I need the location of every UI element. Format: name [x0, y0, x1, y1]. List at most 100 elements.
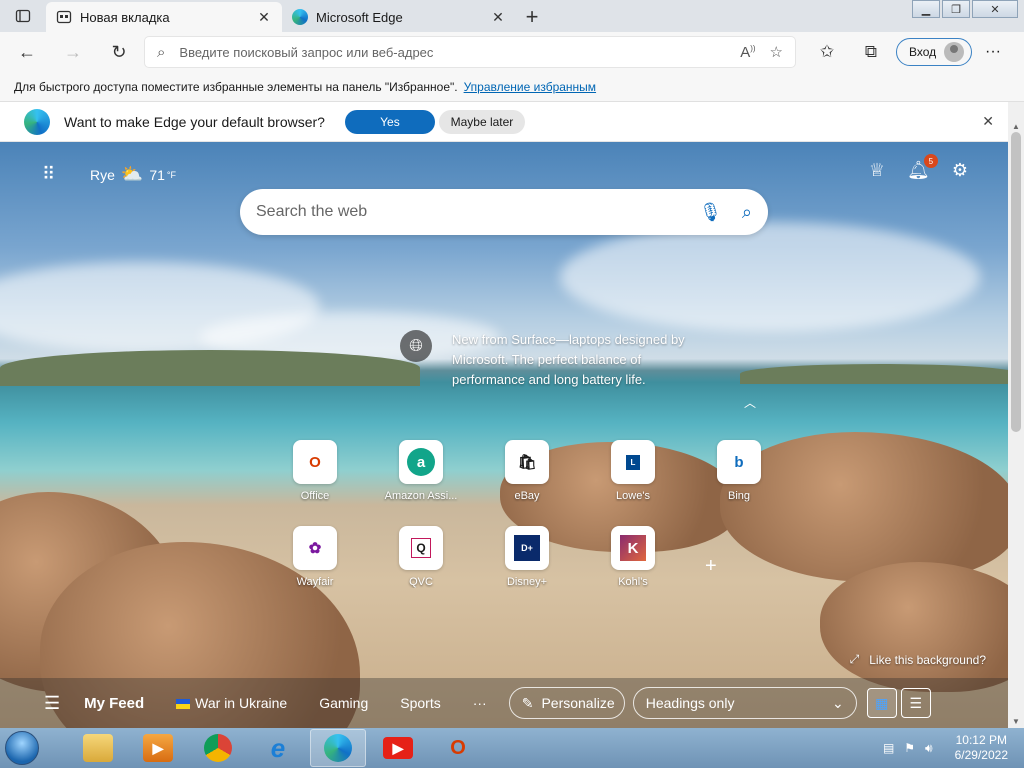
taskbar-internet-explorer[interactable]: e: [250, 729, 306, 767]
more-menu-icon[interactable]: ···: [978, 43, 1008, 61]
favorites-hint-text: Для быстрого доступа поместите избранные…: [14, 79, 458, 94]
quick-link-ebay[interactable]: 🛍 eBay: [474, 440, 580, 502]
apps-grid-icon[interactable]: ⠿: [42, 164, 56, 185]
scroll-up-icon[interactable]: ▲: [1012, 122, 1020, 131]
quick-link-qvc[interactable]: Q QVC: [368, 526, 474, 588]
background-promo[interactable]: 🌐︎ New from Surface—laptops designed by …: [400, 330, 706, 390]
search-icon: ⌕: [157, 43, 166, 61]
clock-date: 6/29/2022: [954, 748, 1008, 762]
quick-link-bing[interactable]: b Bing: [686, 440, 792, 502]
collections-icon[interactable]: ⧉: [852, 42, 890, 62]
weather-widget[interactable]: Rye ⛅ 71 °F: [90, 164, 176, 185]
tab-actions-button[interactable]: [0, 0, 46, 32]
list-view-icon[interactable]: ☰: [900, 688, 931, 718]
grid-view-icon[interactable]: ▦: [866, 688, 897, 718]
read-aloud-icon[interactable]: A)): [740, 44, 755, 61]
clock[interactable]: 10:12 PM 6/29/2022: [955, 733, 1008, 763]
back-button[interactable]: ←: [8, 36, 46, 68]
maybe-later-button[interactable]: Maybe later: [438, 109, 525, 134]
quick-link-wayfair[interactable]: ✿ Wayfair: [262, 526, 368, 588]
new-tab-page: ⠿ Rye ⛅ 71 °F ♕ 🔔︎ 5 ⚙ Search the web 🎙︎ ⌕…: [0, 142, 1008, 728]
taskbar-edge[interactable]: [310, 729, 366, 767]
yes-button[interactable]: Yes: [344, 109, 435, 134]
office-icon: O: [293, 440, 337, 484]
disney-glyph: D+: [514, 535, 540, 561]
close-tab-button[interactable]: ✕: [256, 9, 272, 26]
refresh-button[interactable]: ↻: [100, 36, 138, 68]
new-tab-button[interactable]: +: [516, 2, 548, 32]
clock-time: 10:12 PM: [955, 733, 1007, 747]
expand-icon: ⤢: [849, 652, 860, 666]
background-rock: [820, 562, 1008, 692]
quick-link-lowes[interactable]: L Lowe's: [580, 440, 686, 502]
close-tab-button[interactable]: ✕: [490, 9, 506, 26]
taskbar-chrome[interactable]: [190, 729, 246, 767]
settings-gear-icon[interactable]: ⚙: [952, 160, 968, 181]
ntp-top-icons: ♕ 🔔︎ 5 ⚙: [869, 154, 968, 181]
taskbar-explorer[interactable]: [70, 729, 126, 767]
tab-new-tab[interactable]: Новая вкладка ✕: [46, 2, 282, 32]
quick-link-disney[interactable]: D+ Disney+: [474, 526, 580, 588]
add-quick-link-icon[interactable]: +: [705, 555, 717, 578]
address-bar[interactable]: ⌕ Введите поисковый запрос или веб-адрес…: [145, 37, 795, 67]
feed-tab-war-in-ukraine[interactable]: War in Ukraine: [176, 695, 287, 711]
menu-hamburger-icon[interactable]: ☰: [44, 693, 60, 714]
quick-link-label: Kohl's: [618, 576, 648, 588]
youtube-icon: ▶: [383, 737, 413, 759]
like-background-button[interactable]: ⤢ Like this background?: [850, 652, 986, 667]
edge-logo-icon: [24, 108, 50, 135]
quick-link-label: Lowe's: [616, 490, 650, 502]
web-search-box[interactable]: Search the web 🎙︎ ⌕: [240, 189, 768, 235]
add-favorite-icon[interactable]: ☆: [770, 43, 783, 61]
feed-tab-gaming[interactable]: Gaming: [319, 695, 368, 711]
feed-tab-sports[interactable]: Sports: [400, 695, 440, 711]
web-search-input[interactable]: Search the web: [256, 203, 679, 221]
address-input[interactable]: Введите поисковый запрос или веб-адрес: [179, 45, 726, 60]
edge-icon: [324, 734, 352, 762]
minimize-button[interactable]: ▁: [912, 0, 940, 18]
quick-link-label: Bing: [727, 490, 751, 502]
rewards-icon[interactable]: ♕: [869, 160, 885, 181]
taskbar-youtube[interactable]: ▶: [370, 729, 426, 767]
tab-microsoft-edge[interactable]: Microsoft Edge ✕: [282, 2, 516, 32]
close-window-button[interactable]: ✕: [972, 0, 1018, 18]
bing-icon: b: [717, 440, 761, 484]
page-scrollbar[interactable]: ▲ ▼: [1008, 102, 1024, 728]
feed-tab-my-feed[interactable]: My Feed: [84, 695, 144, 712]
search-icon[interactable]: ⌕: [742, 202, 752, 223]
taskbar-office[interactable]: O: [430, 729, 486, 767]
taskbar: ▶ e ▶ O ▤ ⚑ 🔊︎ 10:12 PM 6/29/2022: [0, 728, 1024, 768]
quick-link-amazon[interactable]: a Amazon Assi...: [368, 440, 474, 502]
volume-icon[interactable]: 🔊︎: [925, 741, 933, 756]
forward-button[interactable]: →: [54, 36, 92, 68]
close-banner-icon[interactable]: ✕: [982, 113, 994, 130]
quick-link-kohls[interactable]: K Kohl's: [580, 526, 686, 588]
quick-link-label: Office: [300, 490, 330, 502]
action-center-icon[interactable]: ⚑: [904, 741, 915, 755]
ebay-icon: 🛍: [505, 440, 549, 484]
start-button[interactable]: [0, 728, 44, 768]
personalize-button[interactable]: ✎ Personalize: [508, 687, 625, 719]
notifications-bell-icon[interactable]: 🔔︎ 5: [907, 154, 938, 181]
wayfair-icon: ✿: [293, 526, 337, 570]
taskbar-media-player[interactable]: ▶: [130, 729, 186, 767]
scrollbar-thumb[interactable]: [1011, 132, 1021, 432]
toolbar: ← → ↻ ⌕ Введите поисковый запрос или веб…: [0, 32, 1024, 72]
favorites-icon[interactable]: ✩: [808, 42, 846, 62]
newtab-page-icon: [56, 10, 72, 24]
quick-link-office[interactable]: O Office: [262, 440, 368, 502]
profile-login-button[interactable]: Вход: [896, 38, 972, 66]
network-icon[interactable]: ▤: [883, 741, 894, 755]
feed-tab-label: War in Ukraine: [195, 695, 288, 711]
manage-favorites-link[interactable]: Управление избранным: [464, 80, 596, 94]
lowes-icon: L: [611, 440, 655, 484]
feed-more-button[interactable]: ···: [473, 695, 487, 711]
restore-button[interactable]: ❐: [942, 0, 970, 18]
amazon-glyph: a: [407, 448, 435, 476]
pencil-icon: ✎: [521, 694, 534, 711]
microphone-icon[interactable]: 🎙︎: [699, 202, 722, 223]
login-label: Вход: [909, 45, 937, 59]
chevron-up-icon[interactable]: ︿: [744, 394, 756, 411]
layout-dropdown[interactable]: Headings only ⌄: [632, 687, 857, 719]
scroll-down-icon[interactable]: ▼: [1012, 717, 1020, 726]
